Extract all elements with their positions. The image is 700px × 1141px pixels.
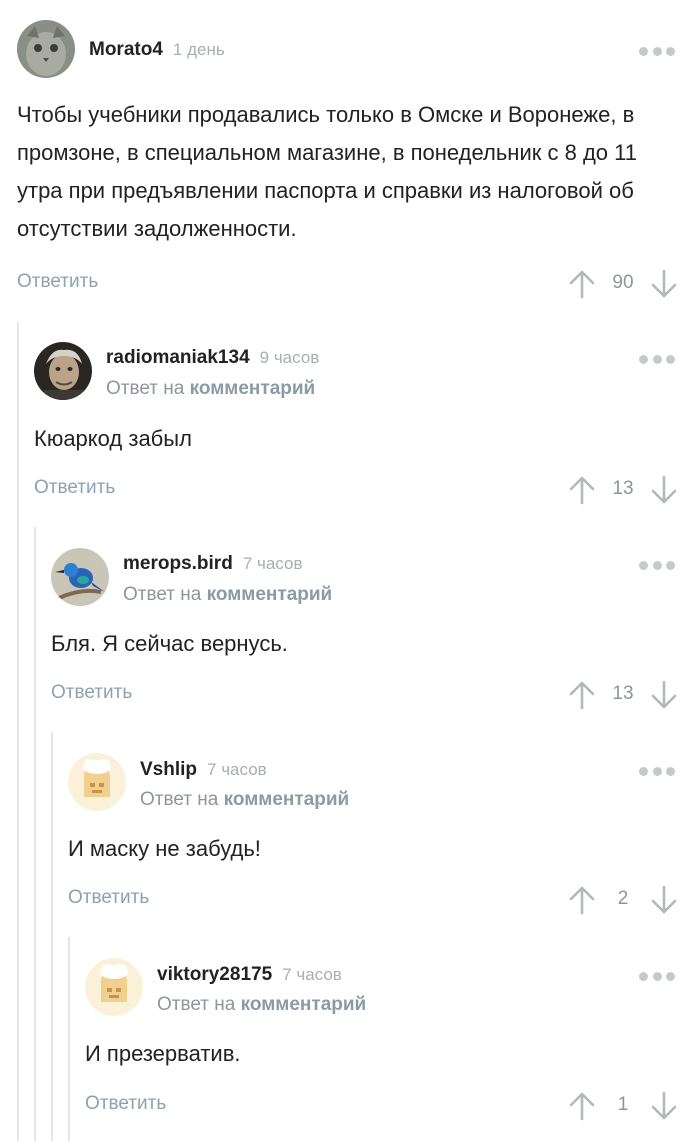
arrow-up-icon[interactable] xyxy=(568,269,596,299)
timestamp: 7 часов xyxy=(207,760,267,779)
username[interactable]: Morato4 1 день xyxy=(89,39,225,61)
comment-radiomaniak134: radiomaniak134 9 часов Ответ на комментар… xyxy=(34,342,700,527)
thread-line-level-4 xyxy=(68,937,70,1141)
reply-to-link[interactable]: комментарий xyxy=(241,994,367,1015)
comment-header: radiomaniak134 9 часов Ответ на комментар… xyxy=(34,342,700,402)
comment-footer: Ответить 2 xyxy=(68,883,700,917)
comment-text: Кюаркод забыл xyxy=(34,426,192,451)
comment-footer: Ответить 90 xyxy=(17,267,700,301)
arrow-up-icon[interactable] xyxy=(568,1091,596,1121)
username[interactable]: radiomaniak134 9 часов xyxy=(106,347,319,369)
reply-to-line: Ответ на комментарий xyxy=(123,584,332,606)
reply-button[interactable]: Ответить xyxy=(51,682,132,704)
comment-morato4: Morato4 1 день Чтобы учебники продавались… xyxy=(17,20,700,320)
vote-control: 1 xyxy=(568,1089,678,1123)
thread-line-level-1 xyxy=(17,322,19,1141)
avatar[interactable] xyxy=(51,548,109,606)
avatar[interactable] xyxy=(34,342,92,400)
username[interactable]: Vshlip 7 часов xyxy=(140,759,267,781)
comment-text: И презерватив. xyxy=(85,1041,241,1066)
vote-control: 13 xyxy=(568,678,678,712)
timestamp: 1 день xyxy=(172,40,225,59)
reply-button[interactable]: Ответить xyxy=(85,1093,166,1115)
reply-to-prefix: Ответ на xyxy=(123,584,202,605)
reply-to-link[interactable]: комментарий xyxy=(207,584,333,605)
vote-score: 2 xyxy=(617,888,629,909)
comment-merops-bird: merops.bird 7 часов Ответ на комментарий … xyxy=(51,548,700,733)
comment-vshlip: Vshlip 7 часов Ответ на комментарий И мас… xyxy=(68,753,700,938)
reply-to-prefix: Ответ на xyxy=(140,789,219,810)
vote-score: 13 xyxy=(612,478,634,499)
username[interactable]: viktory28175 7 часов xyxy=(157,964,342,986)
more-options-icon[interactable] xyxy=(639,765,675,777)
reply-to-line: Ответ на комментарий xyxy=(106,378,315,400)
arrow-down-icon[interactable] xyxy=(650,885,678,915)
username-text[interactable]: viktory28175 xyxy=(157,964,272,985)
more-options-icon[interactable] xyxy=(639,970,675,982)
reply-button[interactable]: Ответить xyxy=(34,477,115,499)
reply-to-link[interactable]: комментарий xyxy=(224,789,350,810)
vote-control: 2 xyxy=(568,883,678,917)
username-text[interactable]: Vshlip xyxy=(140,759,197,780)
arrow-down-icon[interactable] xyxy=(650,1091,678,1121)
arrow-down-icon[interactable] xyxy=(650,475,678,505)
vote-control: 90 xyxy=(568,267,678,301)
reply-to-line: Ответ на комментарий xyxy=(157,994,366,1016)
comment-header: merops.bird 7 часов Ответ на комментарий xyxy=(51,548,700,608)
comment-footer: Ответить 1 xyxy=(85,1089,700,1123)
thread-line-level-2 xyxy=(34,527,36,1141)
username-text[interactable]: Morato4 xyxy=(89,39,163,60)
reply-to-prefix: Ответ на xyxy=(157,994,236,1015)
comment-footer: Ответить 13 xyxy=(51,678,700,712)
arrow-up-icon[interactable] xyxy=(568,680,596,710)
reply-to-link[interactable]: комментарий xyxy=(190,378,316,399)
comment-header: viktory28175 7 часов Ответ на комментарий xyxy=(85,958,700,1018)
comment-text: Чтобы учебники продавались только в Омск… xyxy=(17,102,637,241)
timestamp: 7 часов xyxy=(282,965,342,984)
comment-text: И маску не забудь! xyxy=(68,836,261,861)
avatar[interactable] xyxy=(85,958,143,1016)
more-options-icon[interactable] xyxy=(639,45,675,57)
vote-score: 90 xyxy=(612,272,634,293)
comment-text: Бля. Я сейчас вернусь. xyxy=(51,631,288,656)
more-options-icon[interactable] xyxy=(639,353,675,365)
timestamp: 7 часов xyxy=(242,554,303,573)
vote-score: 1 xyxy=(617,1094,629,1115)
thread-line-level-3 xyxy=(51,732,53,1141)
arrow-down-icon[interactable] xyxy=(650,269,678,299)
more-options-icon[interactable] xyxy=(639,559,675,571)
comment-viktory28175: viktory28175 7 часов Ответ на комментарий… xyxy=(85,958,700,1141)
arrow-up-icon[interactable] xyxy=(568,475,596,505)
arrow-down-icon[interactable] xyxy=(650,680,678,710)
comment-footer: Ответить 13 xyxy=(34,473,700,507)
reply-to-prefix: Ответ на xyxy=(106,378,185,399)
timestamp: 9 часов xyxy=(259,348,320,367)
vote-control: 13 xyxy=(568,473,678,507)
avatar[interactable] xyxy=(17,20,75,78)
reply-button[interactable]: Ответить xyxy=(68,887,149,909)
reply-to-line: Ответ на комментарий xyxy=(140,789,349,811)
username[interactable]: merops.bird 7 часов xyxy=(123,553,302,575)
comment-header: Vshlip 7 часов Ответ на комментарий xyxy=(68,753,700,813)
avatar[interactable] xyxy=(68,753,126,811)
comment-header: Morato4 1 день xyxy=(17,20,700,80)
reply-button[interactable]: Ответить xyxy=(17,271,98,293)
arrow-up-icon[interactable] xyxy=(568,885,596,915)
username-text[interactable]: merops.bird xyxy=(123,553,233,574)
username-text[interactable]: radiomaniak134 xyxy=(106,347,250,368)
vote-score: 13 xyxy=(612,683,634,704)
